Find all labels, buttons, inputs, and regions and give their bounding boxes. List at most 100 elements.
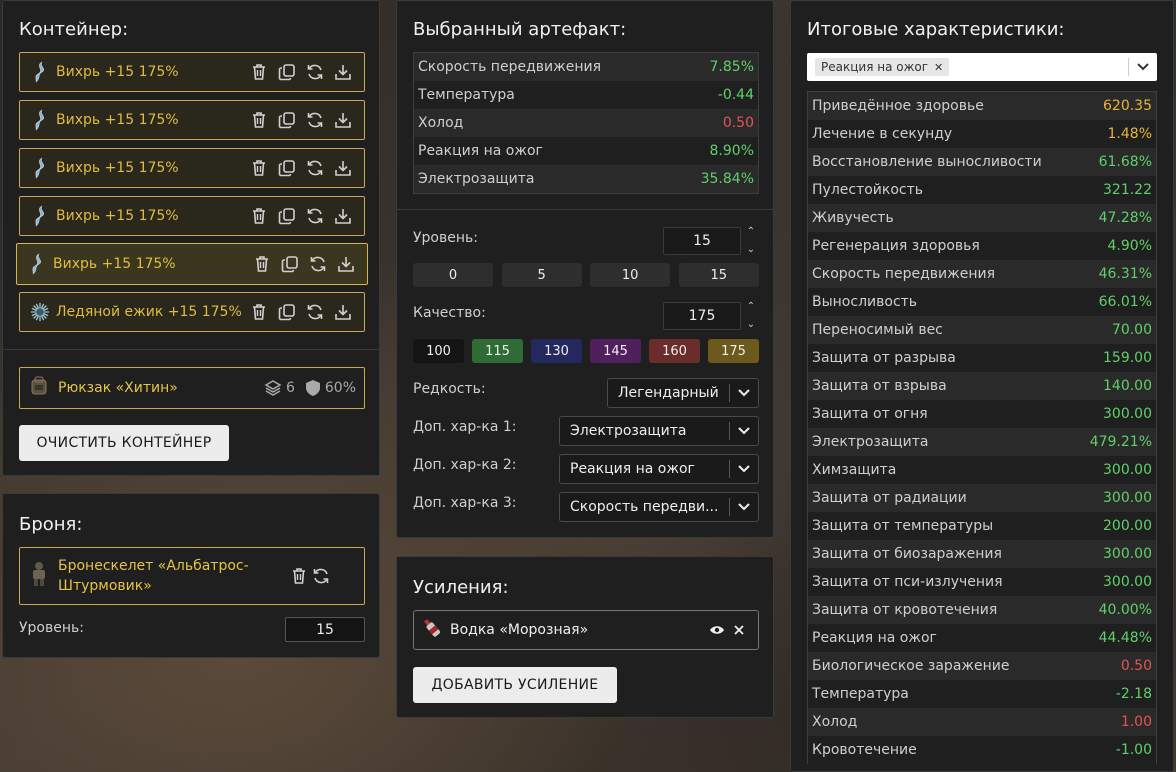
stat-value: -0.44 [717, 87, 754, 103]
boost-item-label: Водка «Морозная» [450, 622, 589, 638]
clear-container-button[interactable]: ОЧИСТИТЬ КОНТЕЙНЕР [19, 425, 229, 461]
swap-icon[interactable] [304, 205, 326, 227]
extra2-select[interactable]: Реакция на ожог [559, 454, 759, 484]
stat-name: Реакция на ожог [418, 143, 543, 159]
copy-icon[interactable] [276, 61, 298, 83]
trash-icon[interactable] [288, 565, 310, 587]
level-preset-button[interactable]: 10 [590, 263, 671, 287]
armor-level-input[interactable]: 15 [285, 617, 365, 642]
stat-row: Регенерация здоровья 4.90% [808, 232, 1156, 260]
download-icon[interactable] [332, 205, 354, 227]
artifact-row[interactable]: Вихрь +15 175% [19, 148, 365, 188]
copy-icon[interactable] [276, 301, 298, 323]
swap-icon[interactable] [304, 109, 326, 131]
close-icon[interactable] [728, 619, 750, 641]
stat-name: Защита от разрыва [812, 350, 956, 366]
stat-row: Защита от кровотечения 40.00% [808, 596, 1156, 624]
level-preset-button[interactable]: 5 [501, 263, 582, 287]
stat-name: Выносливость [812, 294, 918, 310]
quality-preset-button[interactable]: 115 [472, 339, 523, 363]
artifact-row[interactable]: Ледяной ежик +15 175% [19, 292, 365, 332]
chip-remove-icon[interactable]: ✕ [934, 61, 943, 74]
quality-preset-button[interactable]: 145 [590, 339, 641, 363]
stat-value: 200.00 [1103, 518, 1152, 534]
rarity-select[interactable]: Легендарный [607, 378, 759, 408]
chevron-down-icon[interactable]: ⌄ [747, 245, 755, 255]
artifact-stats-table: Скорость передвижения 7.85% Температура -0.… [413, 52, 759, 194]
trash-icon[interactable] [248, 109, 270, 131]
chevron-up-icon[interactable]: ⌃ [747, 302, 755, 312]
quality-preset-button[interactable]: 175 [708, 339, 759, 363]
trash-icon[interactable] [248, 301, 270, 323]
chevron-down-icon[interactable] [1129, 63, 1157, 71]
trash-icon[interactable] [251, 253, 273, 275]
quality-preset-button[interactable]: 100 [413, 339, 464, 363]
stat-value: 66.01% [1098, 294, 1152, 310]
backpack-label: Рюкзак «Хитин» [58, 380, 178, 396]
boosts-panel: Усиления: Водка «Морозная» ДОБАВИТЬ УСИЛ… [396, 556, 774, 718]
artifact-row[interactable]: Вихрь +15 175% [19, 196, 365, 236]
boost-item[interactable]: Водка «Морозная» [413, 610, 759, 650]
artifact-row[interactable]: Вихрь +15 175% [19, 52, 365, 92]
artifact-row[interactable]: Вихрь +15 175% [19, 100, 365, 140]
swap-icon[interactable] [310, 565, 332, 587]
stat-value: 300.00 [1103, 462, 1152, 478]
copy-icon[interactable] [276, 205, 298, 227]
add-boost-button[interactable]: ДОБАВИТЬ УСИЛЕНИЕ [413, 667, 617, 703]
download-icon[interactable] [332, 301, 354, 323]
extra3-select[interactable]: Скорость передви... [559, 492, 759, 522]
stat-name: Живучесть [812, 210, 894, 226]
stat-name: Реакция на ожог [812, 630, 937, 646]
backpack-item[interactable]: Рюкзак «Хитин» 6 60% [19, 367, 365, 409]
chevron-down-icon[interactable]: ⌄ [747, 320, 755, 330]
stat-name: Лечение в секунду [812, 126, 953, 142]
download-icon[interactable] [332, 61, 354, 83]
artifact-row-label: Вихрь +15 175% [56, 160, 179, 176]
chevron-up-icon[interactable]: ⌃ [747, 227, 755, 237]
copy-icon[interactable] [276, 109, 298, 131]
swap-icon[interactable] [307, 253, 329, 275]
quality-stepper[interactable]: ⌃ ⌄ [745, 302, 757, 330]
stat-name: Защита от температуры [812, 518, 994, 534]
extra1-select[interactable]: Электрозащита [559, 416, 759, 446]
level-stepper[interactable]: ⌃ ⌄ [745, 227, 757, 255]
level-preset-button[interactable]: 0 [413, 263, 493, 287]
armor-item[interactable]: Бронескелет «Альбатрос-Штурмовик» [19, 547, 365, 605]
divider [3, 349, 379, 350]
swap-icon[interactable] [304, 157, 326, 179]
copy-icon[interactable] [276, 157, 298, 179]
eye-icon[interactable] [706, 619, 728, 641]
quality-preset-button[interactable]: 160 [649, 339, 700, 363]
trash-icon[interactable] [248, 157, 270, 179]
boosts-title: Усиления: [413, 577, 509, 598]
vortex-artifact-icon [30, 61, 50, 83]
artifact-panel: Выбранный артефакт: Скорость передвижени… [396, 0, 774, 538]
stat-value: 44.48% [1098, 630, 1152, 646]
stat-name: Скорость передвижения [812, 266, 995, 282]
stat-value: 61.68% [1098, 154, 1152, 170]
trash-icon[interactable] [248, 205, 270, 227]
stat-value: -2.18 [1115, 686, 1152, 702]
stat-row: Холод 0.50 [414, 109, 758, 137]
download-icon[interactable] [332, 157, 354, 179]
stat-name: Температура [418, 87, 515, 103]
vodka-bottle-icon [422, 617, 442, 643]
download-icon[interactable] [332, 109, 354, 131]
exoskeleton-icon [28, 561, 50, 591]
quality-preset-button[interactable]: 130 [531, 339, 582, 363]
level-preset-button[interactable]: 15 [678, 263, 759, 287]
level-input[interactable]: 15 [663, 227, 741, 255]
totals-stats-table: Приведённое здоровье 620.35 Лечение в секу… [807, 91, 1157, 764]
stat-name: Электрозащита [418, 171, 535, 187]
swap-icon[interactable] [304, 301, 326, 323]
vortex-artifact-icon [30, 205, 50, 227]
stat-filter-select[interactable]: Реакция на ожог ✕ [807, 53, 1157, 81]
stat-row: Защита от разрыва 159.00 [808, 344, 1156, 372]
copy-icon[interactable] [279, 253, 301, 275]
artifact-row[interactable]: Вихрь +15 175% [16, 243, 368, 285]
stat-value: 140.00 [1103, 378, 1152, 394]
trash-icon[interactable] [248, 61, 270, 83]
download-icon[interactable] [335, 253, 357, 275]
quality-input[interactable]: 175 [663, 302, 741, 330]
swap-icon[interactable] [304, 61, 326, 83]
